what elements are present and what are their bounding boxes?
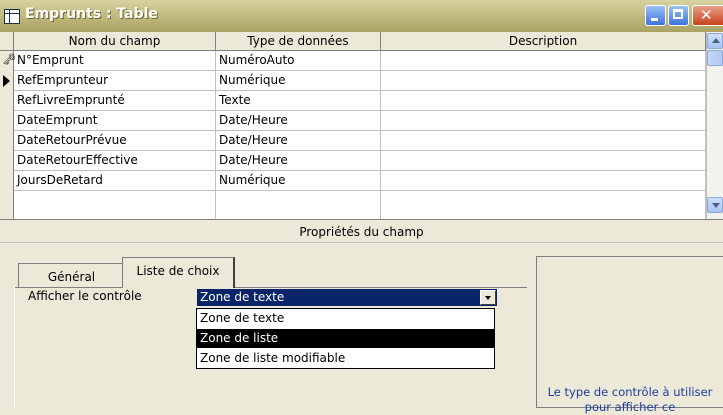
table-icon [4,9,20,24]
description-cell[interactable] [381,91,706,110]
field-name-cell[interactable]: JoursDeRetard [14,171,216,190]
dropdown-button[interactable] [480,290,496,305]
row-selector[interactable] [0,171,14,191]
row-selector[interactable]: 🗝 [0,51,16,71]
scroll-down-button[interactable] [707,197,723,213]
field-name-cell[interactable] [14,191,216,219]
display-control-label: Afficher le contrôle [28,289,142,303]
column-header-name[interactable]: Nom du champ [14,32,216,50]
title-bar[interactable]: Emprunts : Table ✕ [0,0,723,32]
chevron-up-icon [712,38,720,43]
table-row[interactable]: DateEmprunt Date/Heure [0,111,706,131]
help-text: Le type de contrôle à utiliser pour affi… [547,385,713,414]
chevron-down-icon [485,296,491,300]
data-type-cell[interactable]: Texte [216,91,381,110]
dropdown-option[interactable]: Zone de texte [197,309,494,328]
current-row-arrow-icon [3,75,10,87]
data-type-cell[interactable]: Date/Heure [216,131,381,150]
dropdown-list: Zone de texte Zone de liste Zone de list… [196,308,495,369]
minimize-icon [651,18,658,21]
field-name-cell[interactable]: N°Emprunt [14,51,216,70]
column-header-type[interactable]: Type de données [216,32,381,50]
data-type-cell[interactable]: NuméroAuto [216,51,381,70]
field-name-cell[interactable]: RefEmprunteur [14,71,216,90]
field-name-cell[interactable]: DateRetourEffective [14,151,216,170]
scroll-up-button[interactable] [707,33,723,49]
column-header-description[interactable]: Description [381,32,706,50]
maximize-button[interactable] [668,5,689,26]
new-row[interactable] [0,191,706,219]
table-row[interactable]: RefLivreEmprunté Texte [0,91,706,111]
close-icon: ✕ [700,6,713,24]
description-cell[interactable] [381,71,706,90]
description-cell[interactable] [381,51,706,70]
data-type-cell[interactable]: Date/Heure [216,111,381,130]
field-name-cell[interactable]: DateRetourPrévue [14,131,216,150]
maximize-icon [673,9,683,19]
dropdown-option[interactable]: Zone de liste modifiable [197,349,494,368]
table-row[interactable]: DateRetourPrévue Date/Heure [0,131,706,151]
description-cell[interactable] [381,131,706,150]
field-properties-panel: Général Liste de choix Afficher le contr… [0,243,723,414]
row-selector[interactable] [0,151,14,171]
data-type-cell[interactable]: Numérique [216,171,381,190]
row-selector[interactable] [0,91,14,111]
data-type-cell[interactable]: Date/Heure [216,151,381,170]
description-cell[interactable] [381,171,706,190]
row-selector[interactable] [0,191,14,219]
header-corner [0,32,14,50]
grid-header: Nom du champ Type de données Description [0,32,706,51]
combo-value: Zone de texte [200,290,285,304]
table-row[interactable]: RefEmprunteur Numérique [0,71,706,91]
field-name-cell[interactable]: RefLivreEmprunté [14,91,216,110]
chevron-down-icon [712,203,720,208]
help-box: Le type de contrôle à utiliser pour affi… [536,256,723,414]
scroll-thumb[interactable] [707,50,723,66]
table-row[interactable]: DateRetourEffective Date/Heure [0,151,706,171]
dropdown-option-selected[interactable]: Zone de liste [197,329,494,348]
display-control-combo[interactable]: Zone de texte [197,289,497,306]
row-selector[interactable] [0,111,14,131]
description-cell[interactable] [381,151,706,170]
minimize-button[interactable] [645,5,666,26]
row-selector[interactable] [0,131,14,151]
description-cell[interactable] [381,191,706,219]
data-type-cell[interactable] [216,191,381,219]
data-type-cell[interactable]: Numérique [216,71,381,90]
close-button[interactable]: ✕ [692,5,723,26]
table-row[interactable]: 🗝 N°Emprunt NuméroAuto [0,51,706,71]
field-properties-title: Propriétés du champ [0,219,723,243]
vertical-scrollbar[interactable] [706,32,723,219]
table-row[interactable]: JoursDeRetard Numérique [0,171,706,191]
field-name-cell[interactable]: DateEmprunt [14,111,216,130]
tab-lookup[interactable]: Liste de choix [122,257,235,288]
tab-general[interactable]: Général [18,263,124,287]
row-selector[interactable] [0,71,14,91]
description-cell[interactable] [381,111,706,130]
field-grid: Nom du champ Type de données Description… [0,32,723,219]
window-title: Emprunts : Table [25,6,158,22]
